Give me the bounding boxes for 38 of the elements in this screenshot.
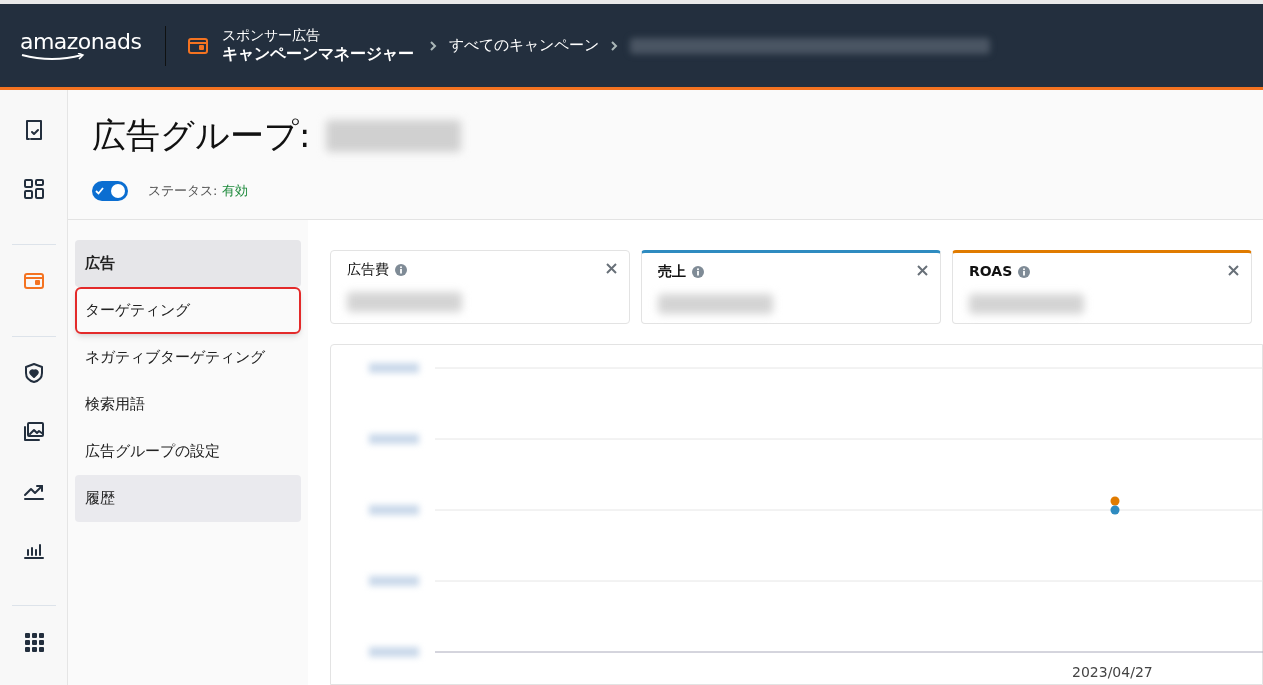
metric-card[interactable]: 広告費 (330, 250, 630, 324)
subnav-item[interactable]: ターゲティング (75, 287, 301, 334)
redacted-tick-label (369, 647, 419, 657)
close-icon[interactable] (1228, 265, 1239, 276)
chevron-icon (430, 40, 438, 51)
dashboard-icon (21, 177, 46, 201)
logo[interactable]: amazonads (20, 25, 167, 66)
breadcrumb-link[interactable]: すべてのキャンペーン (449, 34, 600, 57)
subnav-item[interactable]: 広告 (75, 240, 301, 287)
redacted-tick-label (369, 505, 419, 515)
data-point (1110, 505, 1120, 515)
metric-label: ROAS (969, 262, 1013, 281)
metric-label: 売上 (658, 262, 686, 281)
page-title: 広告グループ: (92, 114, 311, 157)
subnav-item[interactable]: ネガティブターゲティング (75, 334, 301, 381)
metric-card[interactable]: ROAS (952, 250, 1252, 324)
subnav-item[interactable]: 履歴 (75, 475, 301, 522)
close-icon[interactable] (606, 263, 617, 274)
product-subtitle: スポンサー広告 (222, 26, 322, 45)
x-axis-label: 2023/04/27 (1072, 663, 1153, 682)
data-point (1110, 496, 1120, 506)
chevron-icon (611, 40, 619, 51)
info-icon (692, 265, 704, 278)
status-text: ステータス: 有効 (148, 182, 248, 201)
subnav-item[interactable]: 検索用語 (75, 381, 301, 428)
redacted-tick-label (369, 363, 419, 373)
redacted-tick-label (369, 434, 419, 444)
status-toggle[interactable] (92, 181, 128, 201)
metric-label: 広告費 (347, 260, 389, 279)
images-icon (21, 420, 46, 444)
close-icon[interactable] (917, 265, 928, 276)
info-icon (395, 263, 407, 276)
product-title[interactable]: キャンペーンマネージャー (222, 44, 415, 65)
check-icon (95, 187, 104, 195)
metric-card[interactable]: 売上 (641, 250, 941, 324)
subnav-item[interactable]: 広告グループの設定 (75, 428, 301, 475)
info-icon (1018, 265, 1031, 278)
redacted-tick-label (369, 576, 419, 586)
